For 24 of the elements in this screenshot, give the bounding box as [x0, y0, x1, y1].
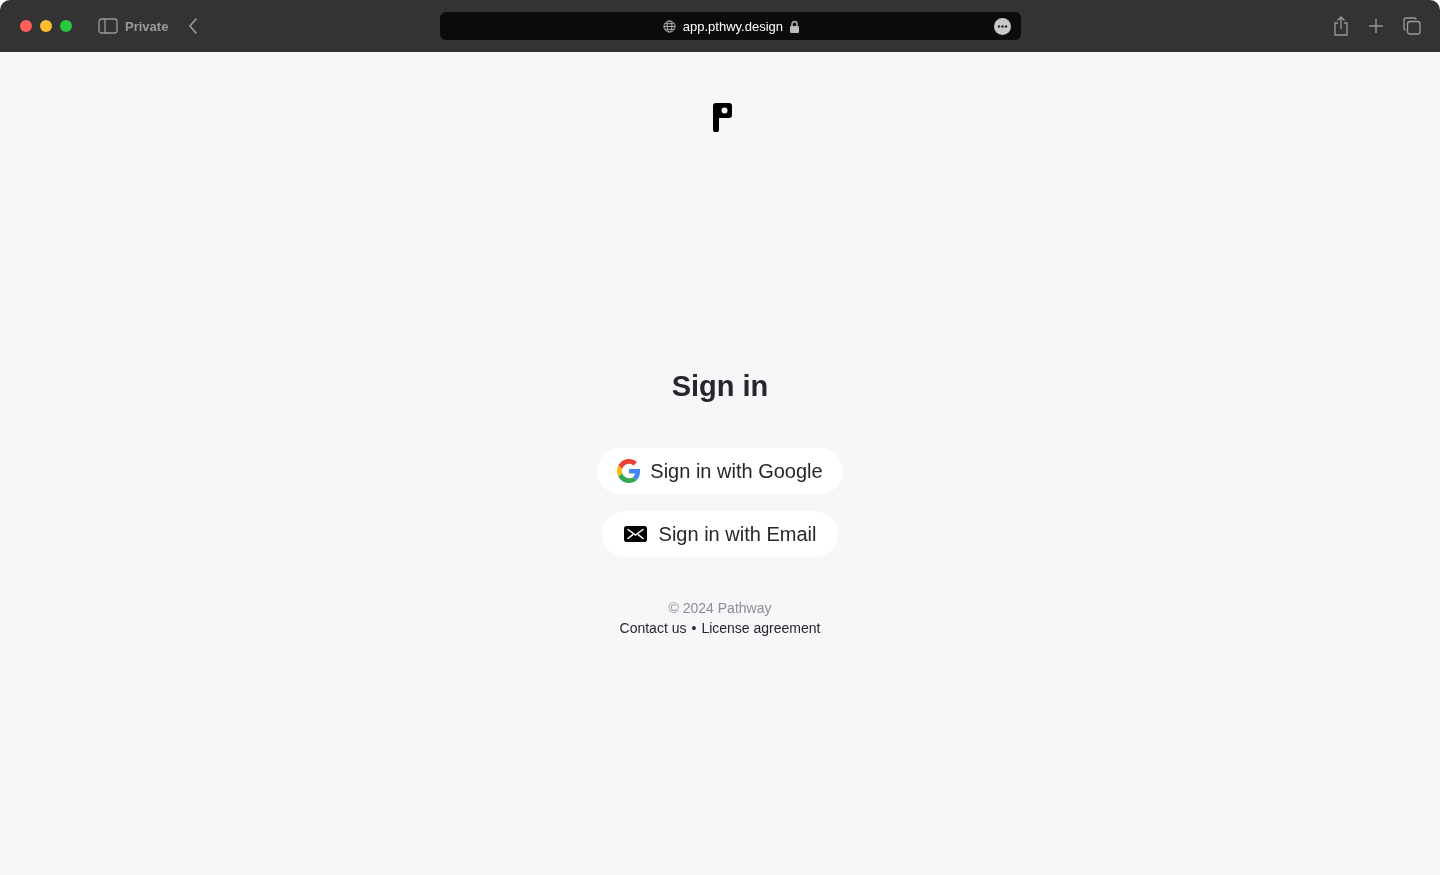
logo-icon: [712, 103, 732, 132]
sidebar-icon[interactable]: [98, 18, 118, 34]
zoom-button[interactable]: [60, 20, 72, 32]
contact-link[interactable]: Contact us: [619, 620, 687, 636]
globe-icon: [662, 19, 676, 33]
email-sign-in-button[interactable]: Sign in with Email: [601, 511, 839, 557]
license-link[interactable]: License agreement: [701, 620, 821, 636]
minimize-button[interactable]: [40, 20, 52, 32]
back-icon[interactable]: [188, 18, 199, 34]
google-icon: [617, 459, 642, 483]
plus-icon[interactable]: [1369, 19, 1383, 33]
share-icon[interactable]: [1333, 16, 1349, 36]
address-bar[interactable]: app.pthwy.design: [440, 12, 1022, 40]
more-icon[interactable]: [994, 17, 1012, 35]
envelope-icon: [623, 526, 647, 542]
page-title: Sign in: [671, 369, 769, 403]
private-label: Private: [125, 18, 169, 34]
close-button[interactable]: [20, 20, 32, 32]
url-text: app.pthwy.design: [682, 18, 783, 34]
google-sign-in-button[interactable]: Sign in with Google: [597, 448, 843, 494]
copyright-text: © 2024 Pathway: [668, 600, 772, 616]
separator-dot: •: [691, 620, 697, 636]
tabs-icon[interactable]: [1403, 17, 1421, 35]
lock-icon: [790, 19, 799, 33]
